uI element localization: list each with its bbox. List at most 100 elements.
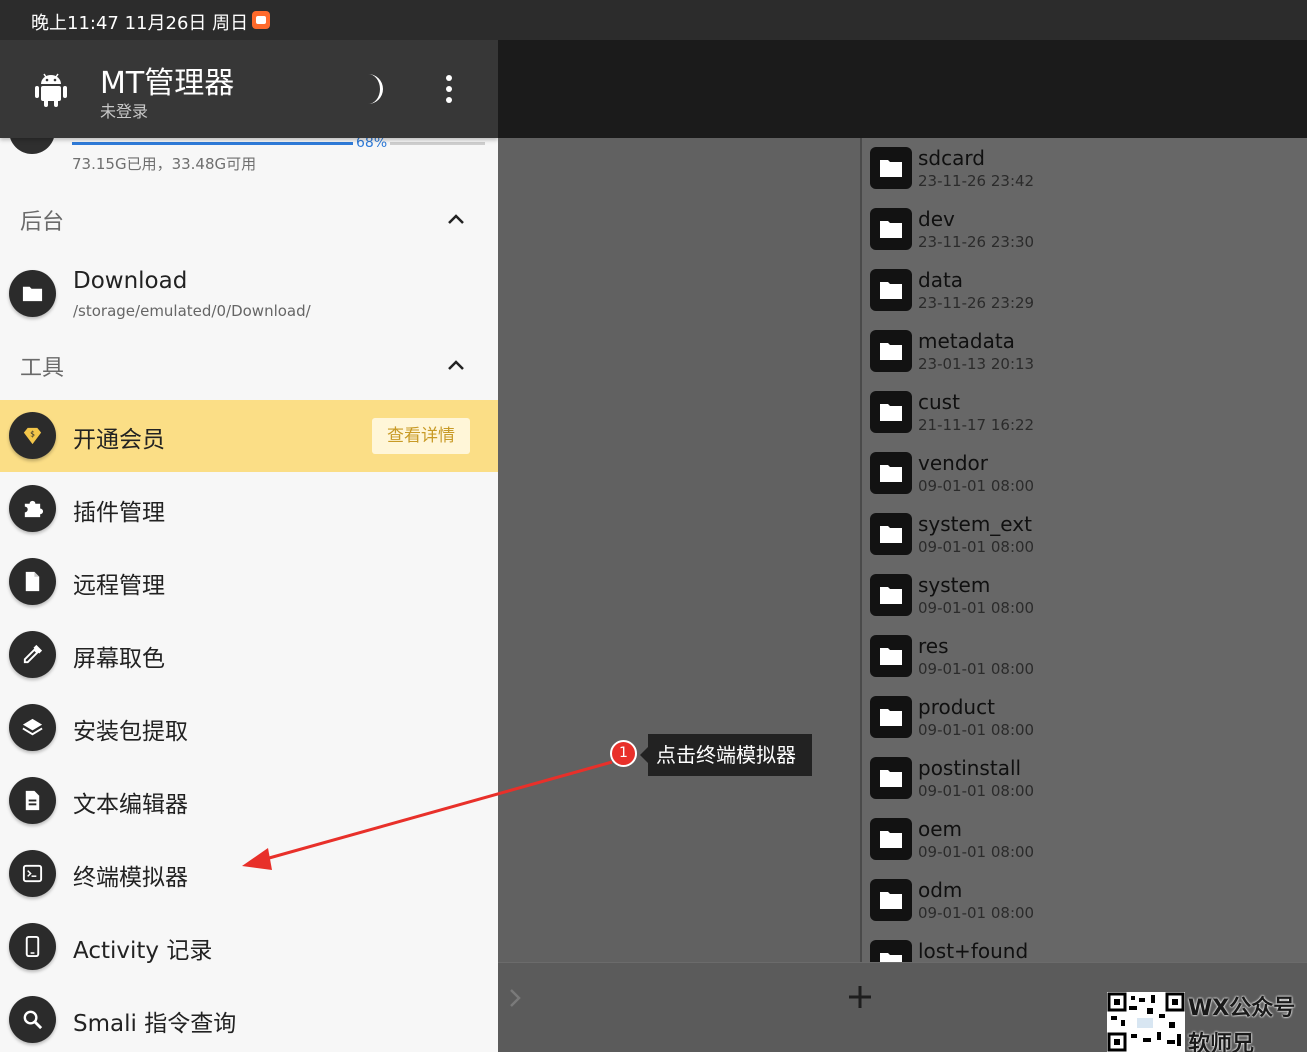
file-date: 23-01-13 20:13: [918, 355, 1035, 373]
qr-code-icon: [1107, 992, 1185, 1052]
file-row[interactable]: data 23-11-26 23:29: [862, 260, 1307, 321]
file-date: 23-11-26 23:42: [918, 172, 1035, 190]
view-details-button[interactable]: 查看详情: [372, 418, 470, 454]
file-name: dev: [918, 207, 955, 231]
file-date: 09-01-01 08:00: [918, 721, 1035, 739]
storage-progress-fill: [72, 142, 353, 145]
folder-icon: [870, 330, 912, 372]
file-name: odm: [918, 878, 963, 902]
folder-icon: [870, 818, 912, 860]
file-row[interactable]: vendor 09-01-01 08:00: [862, 443, 1307, 504]
tool-label: 文本编辑器: [73, 792, 188, 818]
left-pane-dimmed: [498, 138, 860, 962]
terminal-icon: [9, 850, 56, 897]
file-date: 09-01-01 08:00: [918, 538, 1035, 556]
tool-item-plugins[interactable]: 插件管理: [0, 473, 498, 545]
tool-label: 开通会员: [73, 427, 165, 453]
folder-icon: [870, 452, 912, 494]
tool-label: 远程管理: [73, 573, 165, 599]
night-mode-icon[interactable]: [362, 72, 392, 106]
drawer-header: MT管理器 未登录: [0, 40, 498, 138]
storage-usage-text: 73.15G已用，33.48G可用: [72, 155, 257, 173]
status-bar: 晚上11:47 11月26日 周日: [0, 0, 1307, 40]
section-tools[interactable]: 工具: [0, 336, 498, 396]
add-icon[interactable]: [846, 983, 874, 1011]
file-row[interactable]: product 09-01-01 08:00: [862, 687, 1307, 748]
vip-diamond-icon: $: [9, 412, 56, 459]
screen-record-icon: [252, 11, 270, 29]
file-name: metadata: [918, 329, 1015, 353]
folder-icon: [870, 147, 912, 189]
file-row[interactable]: system 09-01-01 08:00: [862, 565, 1307, 626]
file-name: vendor: [918, 451, 988, 475]
file-row[interactable]: postinstall 09-01-01 08:00: [862, 748, 1307, 809]
folder-icon: [870, 635, 912, 677]
file-name: postinstall: [918, 756, 1022, 780]
file-name: cust: [918, 390, 960, 414]
file-date: 09-01-01 08:00: [918, 782, 1035, 800]
file-list: sdcard 23-11-26 23:42 dev 23-11-26 23:30…: [860, 138, 1307, 962]
file-row[interactable]: dev 23-11-26 23:30: [862, 199, 1307, 260]
download-folder-item[interactable]: Download /storage/emulated/0/Download/: [0, 262, 498, 342]
puzzle-icon: [9, 485, 56, 532]
file-row[interactable]: system_ext 09-01-01 08:00: [862, 504, 1307, 565]
folder-icon: [870, 269, 912, 311]
file-date: 09-01-01 08:00: [918, 843, 1035, 861]
file-row[interactable]: odm 09-01-01 08:00: [862, 870, 1307, 931]
svg-text:$: $: [30, 429, 35, 438]
tool-item-apk-extract[interactable]: 安装包提取: [0, 692, 498, 764]
android-icon: [35, 73, 67, 107]
tool-label: 安装包提取: [73, 719, 188, 745]
folder-icon: [870, 696, 912, 738]
tool-item-remote[interactable]: 远程管理: [0, 546, 498, 618]
annotation-tooltip: 点击终端模拟器: [640, 734, 812, 776]
login-status[interactable]: 未登录: [100, 98, 148, 122]
file-name: system_ext: [918, 512, 1032, 536]
file-row[interactable]: oem 09-01-01 08:00: [862, 809, 1307, 870]
file-date: 09-01-01 08:00: [918, 599, 1035, 617]
storage-progress-bar: [72, 142, 485, 145]
text-file-icon: [9, 777, 56, 824]
tool-label: 插件管理: [73, 500, 165, 526]
folder-icon: [870, 757, 912, 799]
file-row[interactable]: cust 21-11-17 16:22: [862, 382, 1307, 443]
section-background[interactable]: 后台: [0, 190, 498, 250]
tool-item-vip[interactable]: $ 开通会员 查看详情: [0, 400, 498, 472]
file-row[interactable]: lost+found: [862, 931, 1307, 962]
file-name: sdcard: [918, 146, 985, 170]
file-date: 23-11-26 23:30: [918, 233, 1035, 251]
chevron-up-icon[interactable]: [444, 354, 468, 378]
eyedropper-icon: [9, 631, 56, 678]
tool-item-text-editor[interactable]: 文本编辑器: [0, 765, 498, 837]
file-name: lost+found: [918, 939, 1029, 962]
download-title: Download: [73, 268, 188, 294]
tool-item-smali-lookup[interactable]: Smali 指令查询: [0, 984, 498, 1052]
tool-label: 终端模拟器: [73, 865, 188, 891]
file-date: 09-01-01 08:00: [918, 477, 1035, 495]
section-label: 工具: [20, 356, 65, 381]
tool-item-color-picker[interactable]: 屏幕取色: [0, 619, 498, 691]
folder-icon: [870, 391, 912, 433]
file-row[interactable]: metadata 23-01-13 20:13: [862, 321, 1307, 382]
file-row[interactable]: sdcard 23-11-26 23:42: [862, 138, 1307, 199]
folder-icon: [870, 574, 912, 616]
section-label: 后台: [20, 210, 65, 235]
file-name: res: [918, 634, 949, 658]
folder-icon: [870, 208, 912, 250]
folder-icon: [870, 879, 912, 921]
file-date: 09-01-01 08:00: [918, 660, 1035, 678]
watermark: WX公众号 软师兄: [1104, 990, 1307, 1052]
chevron-up-icon[interactable]: [444, 208, 468, 232]
tool-label: Activity 记录: [73, 938, 213, 964]
chevron-right-icon[interactable]: [506, 985, 526, 1011]
watermark-line1: WX公众号: [1188, 996, 1296, 1021]
tool-item-terminal[interactable]: 终端模拟器: [0, 838, 498, 910]
file-name: data: [918, 268, 964, 292]
search-icon: [9, 996, 56, 1043]
folder-icon: [9, 270, 56, 317]
navigation-drawer: MT管理器 未登录 68% 73.15G已用，33.48G可用 后台 Downl…: [0, 40, 498, 1052]
tool-item-activity-log[interactable]: Activity 记录: [0, 911, 498, 983]
file-name: system: [918, 573, 991, 597]
file-row[interactable]: res 09-01-01 08:00: [862, 626, 1307, 687]
more-options-icon[interactable]: [440, 74, 458, 104]
